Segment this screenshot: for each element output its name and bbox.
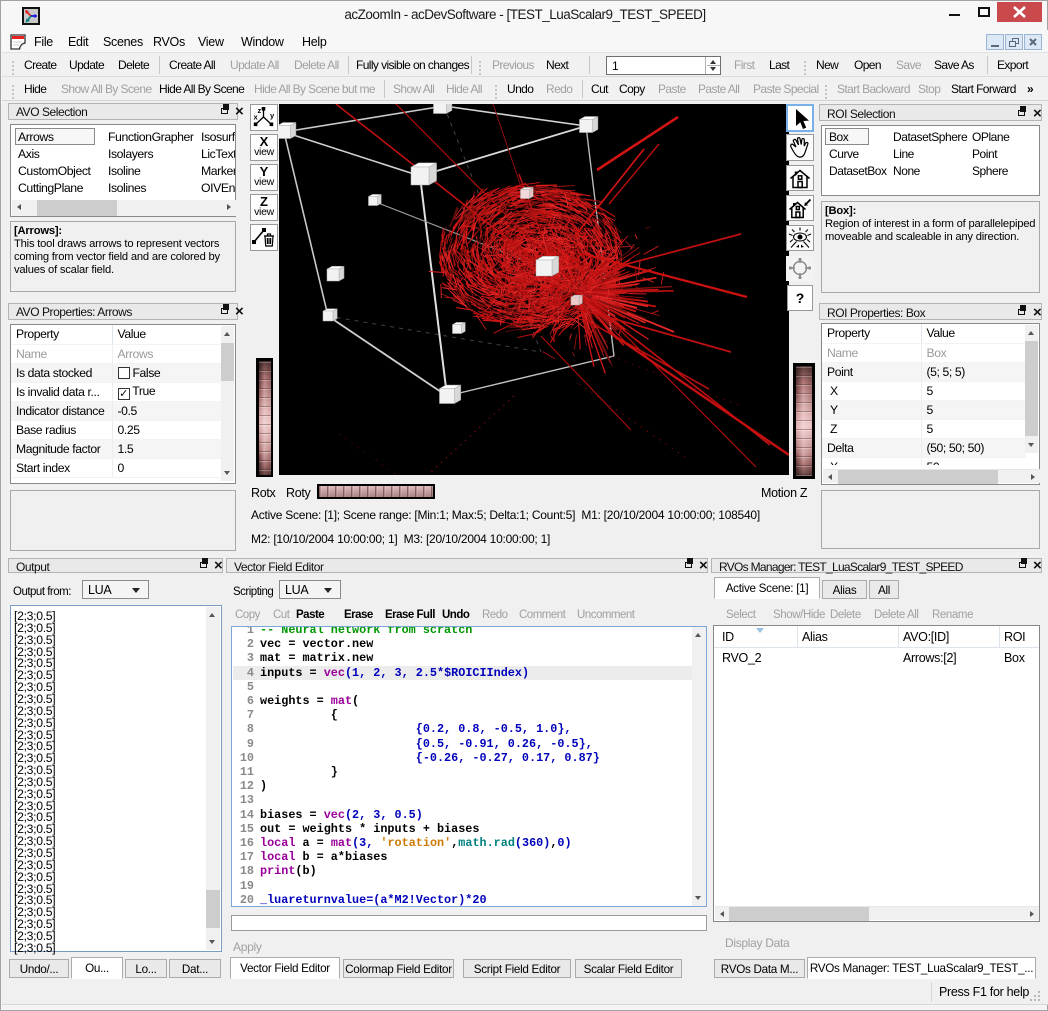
svg-text:y: y xyxy=(270,111,275,120)
svg-text:z: z xyxy=(258,106,262,115)
